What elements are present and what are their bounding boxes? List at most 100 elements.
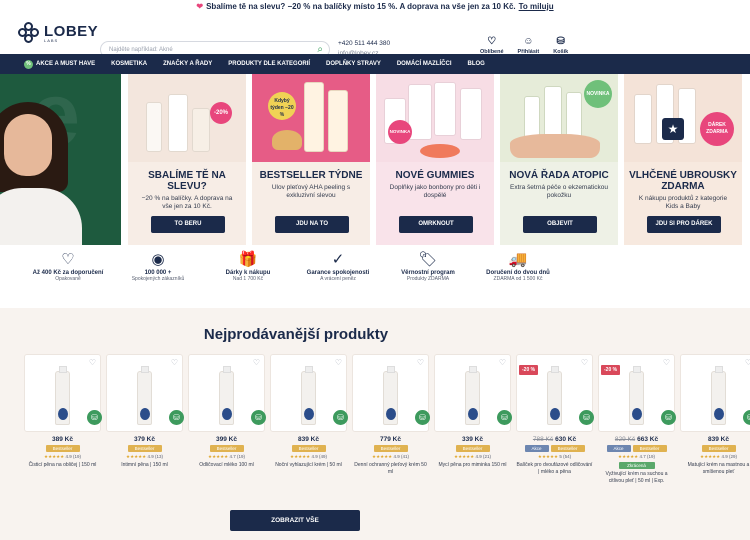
banner-card[interactable]: NOVINKA NOVÉ GUMMIES Doplňky jako bonbon… — [376, 74, 494, 245]
phone-number[interactable]: +420 511 444 380 — [338, 39, 390, 49]
product-name[interactable]: Čisticí pěna na obličej | 150 ml — [24, 462, 101, 469]
product-image[interactable]: ♡⛁ — [680, 354, 750, 432]
old-price: 788 Kč — [532, 436, 554, 443]
current-price: 399 Kč — [216, 436, 237, 443]
cart-button[interactable]: ⛁ Košík — [553, 36, 568, 55]
benefit-item[interactable]: 🏷 Věrnostní program Produkty ZDARMA — [378, 250, 478, 282]
add-to-cart-icon[interactable]: ⛁ — [169, 410, 184, 425]
add-to-cart-icon[interactable]: ⛁ — [497, 410, 512, 425]
add-to-cart-icon[interactable]: ⛁ — [415, 410, 430, 425]
favorite-icon[interactable]: ♡ — [499, 358, 506, 367]
hero-image[interactable]: e — [0, 74, 121, 245]
product-card[interactable]: ♡ ⛁ -20 % 788 Kč 630 Kč Akce Bestseller ★★★★★ 5… — [516, 354, 594, 484]
product-image[interactable]: ♡ ⛁ -20 % — [516, 354, 594, 432]
banner-button[interactable]: TO BERU — [151, 216, 225, 233]
show-all-button[interactable]: ZOBRAZIT VŠE — [230, 510, 360, 531]
favorite-icon[interactable]: ♡ — [253, 358, 260, 367]
product-name[interactable]: Balíček pro dvoufázové odličování | mlék… — [516, 462, 593, 475]
logo[interactable]: LOBEY LABS — [18, 22, 98, 44]
promo-link[interactable]: To miluju — [519, 2, 554, 11]
product-bottle — [301, 366, 316, 425]
product-price: 779 Kč — [352, 436, 429, 443]
banner-button[interactable]: JDU SI PRO DÁREK — [647, 216, 721, 233]
banner-button[interactable]: JDU NA TO — [275, 216, 349, 233]
product-image[interactable]: ♡⛁ — [106, 354, 184, 432]
product-rating: ★★★★★ 4.9 (21) — [454, 454, 491, 459]
banner-card[interactable]: -20% SBALÍME TĚ NA SLEVU? −20 % na balíč… — [128, 74, 246, 245]
benefit-item[interactable]: ♡ Až 400 Kč za doporučení Opakovaně — [18, 250, 118, 282]
product-name[interactable]: Matující krém na mastnou a smíšenou pleť — [680, 462, 750, 475]
banner-button[interactable]: OMRKNOUT — [399, 216, 473, 233]
login-button[interactable]: ☺ Přihlásit — [518, 36, 540, 55]
product-rating: ★★★★★ 4.9 (41) — [372, 454, 409, 459]
benefit-item[interactable]: 🎁 Dárky k nákupu Nad 1 700 Kč — [198, 250, 298, 282]
current-price: 379 Kč — [134, 436, 155, 443]
product-card[interactable]: ♡ ⛁ 339 Kč Bestseller ★★★★★ 4.9 (21) Mycí pěn… — [434, 354, 512, 484]
bestseller-badge: Bestseller — [291, 445, 326, 452]
check-badge-icon: ✓ — [331, 251, 345, 268]
favorite-icon[interactable]: ♡ — [663, 358, 670, 367]
add-to-cart-icon[interactable]: ⛁ — [661, 410, 676, 425]
product-card[interactable]: ♡ ⛁ 779 Kč Bestseller ★★★★★ 4.9 (41) Denní oc… — [352, 354, 430, 484]
product-image[interactable]: ♡⛁ — [352, 354, 430, 432]
product-card[interactable]: ♡ ⛁ 389 Kč Bestseller ★★★★★ 4.9 (19) Čisticí … — [24, 354, 102, 484]
benefits-strip: ♡ Až 400 Kč za doporučení Opakovaně ◉ 100 0… — [0, 250, 750, 300]
product-card[interactable]: ♡ ⛁ -20 % 829 Kč 663 Kč Akce Bestseller ★★★★★ 4… — [598, 354, 676, 484]
product-name[interactable]: Denní ochranný pleťový krém 50 ml — [352, 462, 429, 475]
product-card[interactable]: ♡ ⛁ 379 Kč Bestseller ★★★★★ 4.9 (13) Intimní … — [106, 354, 184, 484]
product-card[interactable]: ♡ ⛁ 839 Kč Bestseller ★★★★★ 4.9 (49) Noční vy… — [270, 354, 348, 484]
favorite-icon[interactable]: ♡ — [581, 358, 588, 367]
product-image[interactable]: ♡ ⛁ -20 % — [598, 354, 676, 432]
product-bottle — [711, 366, 726, 425]
nav-item-kosmetika[interactable]: KOSMETIKA — [111, 61, 147, 67]
nav-item-blog[interactable]: BLOG — [468, 61, 485, 67]
banner-title: SBALÍME TĚ NA SLEVU? — [148, 170, 226, 192]
benefit-sub: Spokojených zákazníků — [131, 276, 185, 282]
product-name[interactable]: Mycí pěna pro miminka 150 ml — [434, 462, 511, 469]
product-name[interactable]: Vyživující krém na suchou a citlivou ple… — [598, 471, 675, 484]
product-card[interactable]: ♡⛁839 KčBestseller★★★★★ 4.9 (29)Matující… — [680, 354, 750, 484]
add-to-cart-icon[interactable]: ⛁ — [333, 410, 348, 425]
product-bottle — [383, 366, 398, 425]
nav-item-kategorie[interactable]: PRODUKTY DLE KATEGORIÍ — [228, 61, 310, 67]
favorite-icon[interactable]: ♡ — [89, 358, 96, 367]
banner-text: Ulov pleťový AHA peeling s exkluzivní sl… — [271, 184, 351, 199]
favorite-icon[interactable]: ♡ — [335, 358, 342, 367]
product-name[interactable]: Intimní pěna | 150 ml — [106, 462, 183, 469]
nav-item-doplnky[interactable]: DOPLŇKY STRAVY — [326, 61, 381, 67]
bestseller-badge: Bestseller — [701, 445, 736, 452]
product-image[interactable]: ♡⛁ — [434, 354, 512, 432]
benefit-item[interactable]: 🚚 Doručení do dvou dnů ZDARMA od 1 500 Kč — [468, 250, 568, 282]
favorite-icon[interactable]: ♡ — [417, 358, 424, 367]
product-card[interactable]: ♡ ⛁ 399 Kč Bestseller ★★★★★ 4.7 (19) Odličova… — [188, 354, 266, 484]
nav-item-znacky[interactable]: ZNAČKY A ŘADY — [163, 61, 212, 67]
rating-value: 4.9 (21) — [475, 454, 491, 459]
add-to-cart-icon[interactable]: ⛁ — [87, 410, 102, 425]
add-to-cart-icon[interactable]: ⛁ — [743, 410, 750, 425]
gift-badge: DÁREK ZDARMA — [700, 112, 734, 146]
akce-badge: Akce — [606, 445, 631, 452]
product-image[interactable]: ♡⛁ — [24, 354, 102, 432]
product-name[interactable]: Noční vyhlazující krém | 50 ml — [270, 462, 347, 469]
banner-button[interactable]: OBJEVIT — [523, 216, 597, 233]
banner-image: Kdybý týden −20 % — [252, 74, 370, 162]
banner-card[interactable]: ★ DÁREK ZDARMA VLHČENÉ UBROUSKY ZDARMA K… — [624, 74, 742, 245]
favorite-icon[interactable]: ♡ — [171, 358, 178, 367]
banner-card[interactable]: NOVINKA NOVÁ ŘADA ATOPIC Extra šetrná pé… — [500, 74, 618, 245]
nav-item-mazlicci[interactable]: DOMÁCÍ MAZLÍČCI — [397, 61, 452, 67]
favorites-button[interactable]: ♡ Oblíbené — [480, 36, 504, 55]
new-badge: NOVINKA — [584, 80, 612, 108]
add-to-cart-icon[interactable]: ⛁ — [579, 410, 594, 425]
product-image[interactable]: ♡⛁ — [188, 354, 266, 432]
benefit-item[interactable]: ✓ Garance spokojenosti A vrácení peněz — [288, 250, 388, 282]
add-to-cart-icon[interactable]: ⛁ — [251, 410, 266, 425]
nav-item-akce[interactable]: % AKCE A MUST HAVE — [24, 59, 95, 69]
product-image[interactable]: ♡⛁ — [270, 354, 348, 432]
product-bottle — [629, 366, 644, 425]
favorites-icon: ♡ — [487, 36, 497, 47]
current-price: 339 Kč — [462, 436, 483, 443]
favorite-icon[interactable]: ♡ — [745, 358, 750, 367]
benefit-item[interactable]: ◉ 100 000 + Spokojených zákazníků — [108, 250, 208, 282]
banner-card[interactable]: Kdybý týden −20 % BESTSELLER TÝDNE Ulov … — [252, 74, 370, 245]
product-name[interactable]: Odličovací mléko 100 ml — [188, 462, 265, 469]
